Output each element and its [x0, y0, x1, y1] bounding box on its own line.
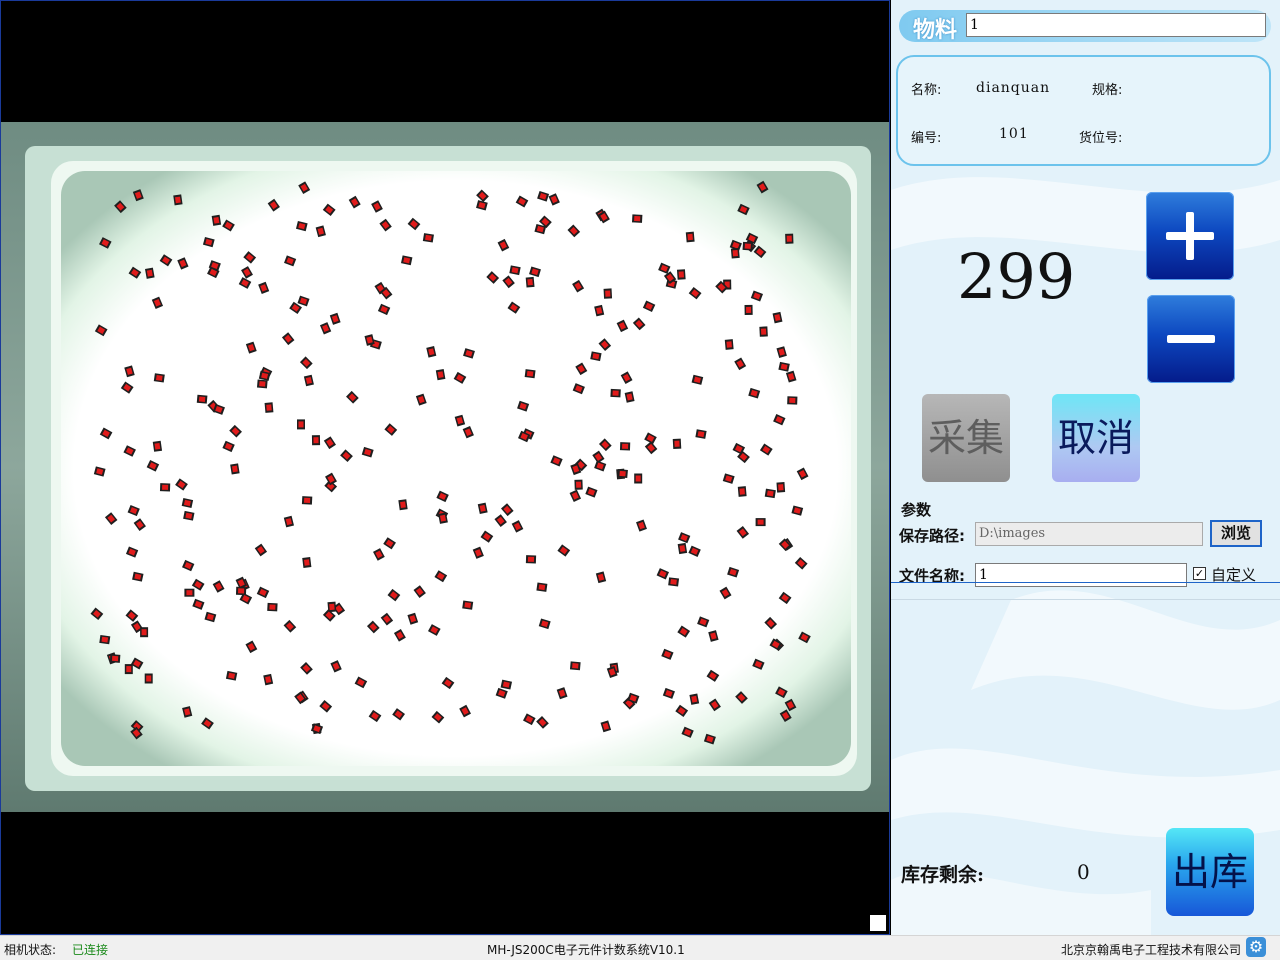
component-marker: [610, 388, 621, 398]
component-marker: [435, 368, 446, 381]
stock-label: 库存剩余:: [901, 864, 985, 886]
collect-button[interactable]: 采集: [922, 394, 1010, 482]
cancel-button[interactable]: 取消: [1052, 394, 1140, 482]
component-marker: [184, 588, 195, 597]
custom-checkbox[interactable]: ✓: [1193, 567, 1206, 580]
params-divider: [891, 582, 1280, 600]
component-marker: [603, 288, 613, 299]
component-marker: [730, 247, 740, 259]
company-name: 北京京翰禹电子工程技术有限公司: [1061, 943, 1242, 957]
material-bar: 物料 1: [899, 10, 1271, 43]
component-marker: [759, 326, 768, 337]
component-marker: [776, 482, 786, 493]
component-marker: [311, 435, 321, 446]
component-marker: [398, 499, 408, 511]
component-marker: [737, 486, 747, 497]
component-marker: [617, 469, 628, 479]
component-marker: [619, 442, 631, 451]
spec-label: 规格:: [1092, 83, 1123, 98]
component-marker: [173, 194, 183, 206]
name-label: 名称:: [911, 83, 942, 98]
material-input[interactable]: 1: [966, 13, 1266, 37]
browse-button[interactable]: 浏览: [1210, 520, 1262, 547]
control-panel: 物料 1 名称: dianquan 规格: 编号: 101 货位号: 299 采…: [891, 0, 1280, 935]
camera-status-label: 相机状态:: [4, 943, 57, 957]
component-marker: [301, 496, 313, 505]
component-marker: [742, 241, 754, 251]
app-title: MH-JS200C电子元件计数系统V10.1: [487, 943, 685, 957]
component-marker: [144, 267, 155, 279]
plus-button[interactable]: [1146, 192, 1234, 280]
component-marker: [297, 419, 305, 430]
component-marker: [676, 269, 686, 280]
component-marker: [634, 473, 643, 484]
component-marker: [631, 214, 643, 223]
component-marker: [785, 233, 794, 244]
component-marker: [462, 600, 474, 610]
camera-view: [0, 0, 890, 935]
component-marker: [672, 438, 682, 450]
code-label: 编号:: [911, 131, 942, 146]
stock-value: 0: [1077, 860, 1090, 884]
component-marker: [140, 627, 149, 638]
component-marker: [230, 463, 240, 475]
component-marker: [152, 440, 163, 452]
component-marker: [695, 429, 707, 439]
location-label: 货位号:: [1079, 131, 1123, 146]
component-marker: [99, 634, 111, 645]
component-marker: [124, 664, 133, 675]
component-marker: [109, 654, 121, 663]
component-marker: [744, 304, 753, 315]
camera-image: [1, 122, 889, 812]
component-marker: [267, 602, 278, 612]
component-marker: [724, 339, 734, 350]
status-bar: 相机状态: 已连接 MH-JS200C电子元件计数系统V10.1 北京京翰禹电子…: [0, 935, 1280, 960]
component-marker: [256, 379, 268, 389]
component-marker: [574, 479, 583, 490]
minus-button[interactable]: [1147, 295, 1235, 383]
component-marker: [668, 577, 680, 587]
save-path-label: 保存路径:: [899, 527, 965, 545]
material-info-box: 名称: dianquan 规格: 编号: 101 货位号:: [896, 55, 1271, 166]
component-marker: [525, 555, 537, 564]
camera-status-value: 已连接: [72, 943, 109, 957]
component-marker: [196, 394, 208, 404]
outbound-button[interactable]: 出库: [1166, 828, 1254, 916]
component-marker: [525, 276, 535, 288]
component-marker: [422, 233, 434, 243]
component-marker: [302, 557, 312, 568]
component-marker: [787, 396, 798, 405]
count-display: 299: [957, 240, 1076, 313]
code-value: 101: [999, 126, 1029, 142]
component-marker: [235, 586, 247, 596]
component-marker: [159, 483, 171, 492]
component-marker: [685, 231, 695, 243]
material-label: 物料: [913, 18, 958, 43]
stop-indicator[interactable]: [870, 915, 886, 931]
component-marker: [569, 661, 581, 671]
name-value: dianquan: [976, 80, 1051, 96]
params-title: 参数: [901, 501, 932, 519]
component-marker: [536, 582, 548, 592]
component-marker: [153, 373, 165, 383]
component-marker: [144, 673, 153, 684]
component-marker: [764, 488, 776, 499]
gear-icon[interactable]: ⚙: [1246, 937, 1266, 957]
component-marker: [211, 214, 222, 226]
component-marker: [677, 542, 688, 555]
component-marker: [524, 369, 536, 379]
component-marker: [264, 402, 274, 413]
save-path-field[interactable]: D:\images: [975, 522, 1203, 546]
component-marker: [755, 518, 766, 527]
